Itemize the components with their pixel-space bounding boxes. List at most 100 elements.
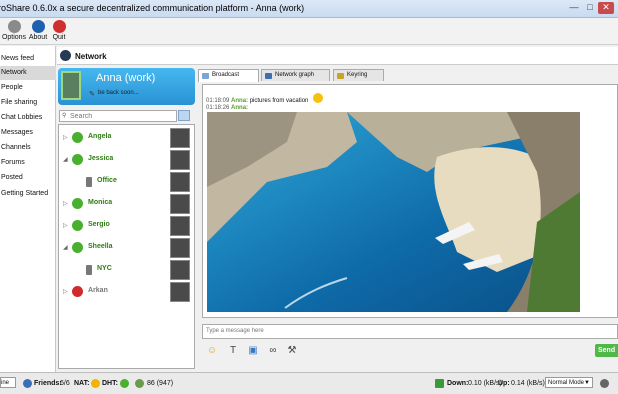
friends-label: Friends: [34,380,62,387]
sidebar-item-network[interactable]: Network [0,66,56,80]
sidebar-item-chat-lobbies[interactable]: Chat Lobbies [0,111,56,125]
nat-status-icon [91,379,100,388]
expand-arrow-icon[interactable]: ▷ [63,134,68,141]
maximize-button[interactable]: □ [582,2,598,14]
online-status-icon [72,220,83,231]
online-status-icon [72,132,83,143]
sidebar-item-file-sharing[interactable]: File sharing [0,96,56,110]
sidebar-item-channels[interactable]: Channels [0,141,56,155]
search-input[interactable] [59,110,177,122]
friend-avatar [170,282,190,302]
title-bar: roShare 0.6.0x a secure decentralized co… [0,0,618,18]
message-time: 01:18:26 [206,105,230,111]
sidebar-item-messages[interactable]: Messages [0,126,56,140]
sidebar-item-news-feed[interactable]: News feed [0,52,56,66]
power-icon [52,20,66,33]
search-icon: ⚲ [62,113,67,119]
online-status-icon [72,198,83,209]
expand-arrow-icon[interactable]: ▷ [63,288,68,295]
chat-message: 01:18:09 Anna: pictures from vacation [206,98,309,104]
friend-name: Sergio [88,221,110,228]
friend-name: Arkan [88,287,108,294]
send-button[interactable]: Send [595,344,618,357]
sidebar-item-forums[interactable]: Forums [0,156,56,170]
down-rate: 0.10 (kB/s) [468,380,502,387]
beach-cove-image [207,112,580,312]
friend-row-sergio[interactable]: ▷ Sergio [59,215,192,237]
quit-button[interactable]: Quit [45,20,73,41]
collapse-arrow-icon[interactable]: ◢ [63,156,68,163]
friend-row-sheella[interactable]: ◢ Sheella [59,237,192,259]
avatar[interactable] [61,71,81,100]
transfer-icon [435,379,444,388]
message-time: 01:18:09 [206,98,230,104]
message-text: pictures from vacation [249,98,309,104]
tab-label: Keyring [347,72,368,78]
chevron-down-icon: ▼ [584,380,590,386]
pencil-icon[interactable]: ✎ [89,90,95,98]
friends-count: 6/6 [60,380,70,387]
friend-row-jessica[interactable]: ◢ Jessica [59,149,192,171]
settings-icon[interactable] [600,379,609,388]
close-button[interactable]: ✕ [598,2,614,14]
friend-name: Sheella [88,243,113,250]
key-icon [337,73,344,79]
add-friend-button[interactable] [178,110,190,121]
friend-avatar [170,128,190,148]
attach-file-icon[interactable]: ∞ [266,344,280,358]
profile-status[interactable]: be back soon... [98,90,139,96]
friend-avatar [170,238,190,258]
section-header: Network [57,47,618,65]
friend-row-angela[interactable]: ▷ Angela [59,127,192,149]
tab-label: Broadcast [212,72,240,78]
nat-label: NAT: [74,380,90,387]
message-sender: Anna [231,98,247,104]
options-label: Options [1,34,27,41]
smiley-emoticon-icon [313,93,323,103]
offline-status-icon [72,286,83,297]
friend-name: Monica [88,199,113,206]
friend-row-monica[interactable]: ▷ Monica [59,193,192,215]
friend-avatar [170,150,190,170]
tab-network-graph[interactable]: Network graph [261,69,330,81]
friend-avatar [170,216,190,236]
tools-icon[interactable]: ⚒ [285,344,299,358]
message-input[interactable]: Type a message here [202,324,618,339]
friend-avatar [170,194,190,214]
location-name: NYC [97,265,112,272]
up-rate: 0.14 (kB/s) [511,380,545,387]
profile-name: Anna (work) [96,72,156,84]
tab-broadcast[interactable]: Broadcast [198,69,259,82]
location-row-nyc[interactable]: NYC [59,259,192,281]
mode-select[interactable]: Normal Mode ▼ [545,377,593,388]
tab-keyring[interactable]: Keyring [333,69,384,81]
emoticon-icon[interactable]: ☺ [205,344,219,358]
status-bar: ine Friends: 6/6 NAT: DHT: 86 (947) Down… [0,372,618,394]
location-icon [86,265,92,275]
online-status-icon [72,242,83,253]
mode-value: Normal Mode [548,380,585,386]
sidebar: News feed Network People File sharing Ch… [0,46,56,372]
shared-photo[interactable] [207,112,580,312]
location-name: Office [97,177,117,184]
expand-arrow-icon[interactable]: ▷ [63,222,68,229]
online-status-icon [72,154,83,165]
sidebar-item-getting-started[interactable]: Getting Started [0,187,56,201]
friend-row-arkan[interactable]: ▷ Arkan [59,281,192,303]
sidebar-item-posted[interactable]: Posted [0,171,56,185]
up-label: Up: [498,380,510,387]
collapse-arrow-icon[interactable]: ◢ [63,244,68,251]
location-row-office[interactable]: Office [59,171,192,193]
status-select[interactable]: ine [0,377,16,388]
chat-history[interactable]: 01:18:09 Anna: pictures from vacation 01… [202,84,618,318]
tab-bar: Broadcast Network graph Keyring [198,69,618,82]
text-format-icon[interactable]: T [226,344,240,358]
graph-icon [265,73,272,79]
sidebar-item-people[interactable]: People [0,81,56,95]
insert-image-icon[interactable]: ▣ [246,344,260,358]
expand-arrow-icon[interactable]: ▷ [63,200,68,207]
friend-name: Angela [88,133,112,140]
minimize-button[interactable]: — [566,2,582,14]
broadcast-icon [202,73,209,79]
profile-card: Anna (work) ✎ be back soon... [58,68,195,105]
